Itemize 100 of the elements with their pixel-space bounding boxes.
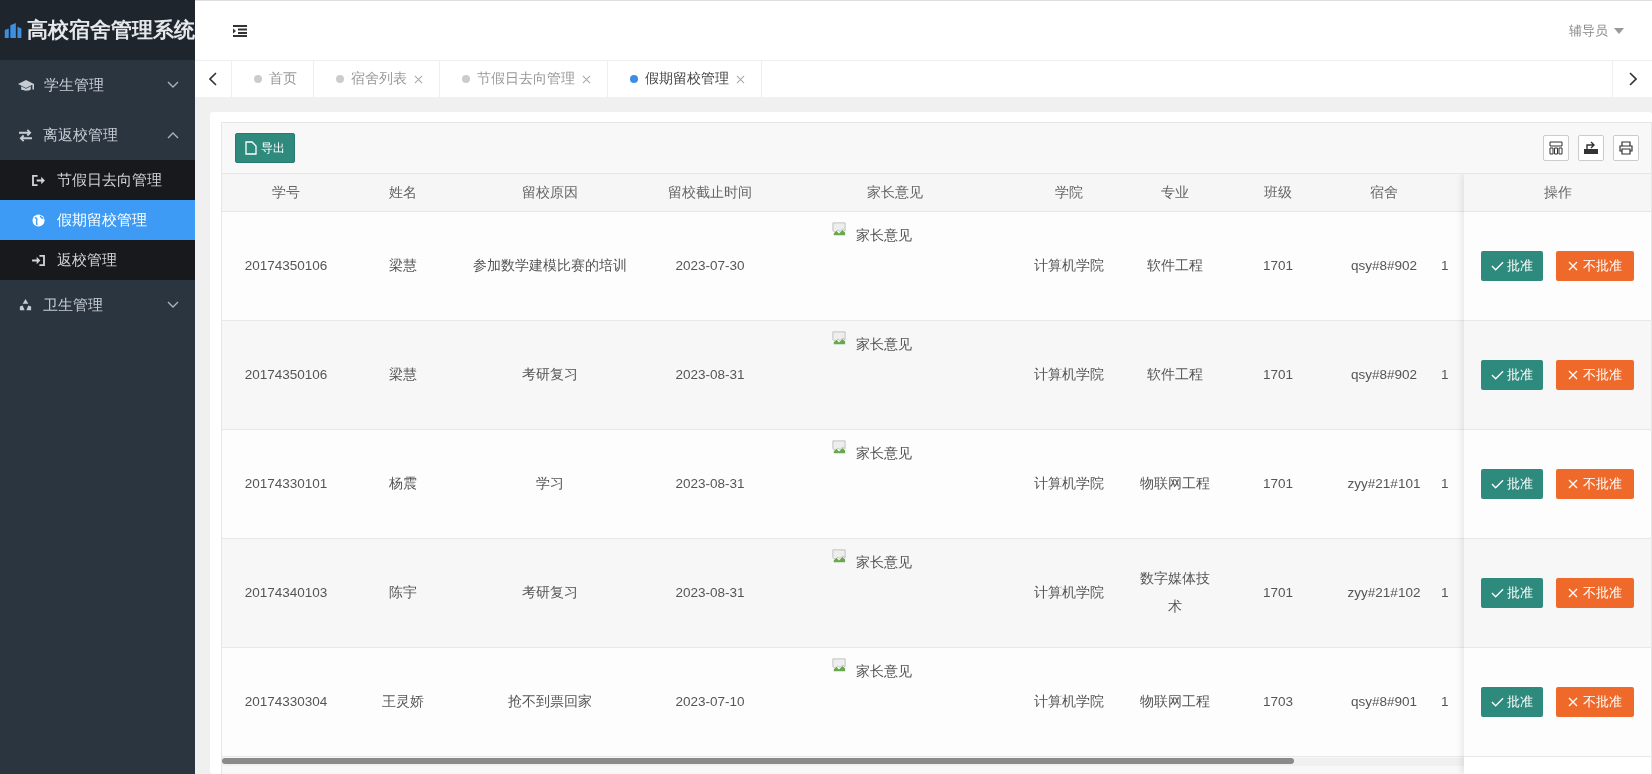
table-cell: 参加数学建模比赛的培训 bbox=[473, 258, 627, 273]
close-icon[interactable] bbox=[582, 74, 591, 84]
print-icon bbox=[1619, 141, 1633, 155]
close-icon[interactable] bbox=[414, 74, 423, 84]
user-menu[interactable]: 辅导员 bbox=[1569, 21, 1624, 40]
table-cell: 数字媒体技术 bbox=[1140, 571, 1210, 614]
print-button[interactable] bbox=[1613, 135, 1639, 161]
broken-image-icon bbox=[832, 331, 846, 345]
column-header: 专业 bbox=[1161, 183, 1189, 200]
table-cell: zyy#21#102 bbox=[1347, 585, 1421, 600]
table-cell: 20174330304 bbox=[244, 694, 328, 709]
table-cell: 物联网工程 bbox=[1140, 476, 1210, 491]
reject-button[interactable]: 不批准 bbox=[1556, 360, 1634, 390]
dot-icon bbox=[462, 75, 470, 83]
export-file-button[interactable] bbox=[1578, 135, 1604, 161]
column-header: 姓名 bbox=[388, 183, 417, 200]
table-cell: 1701 bbox=[1262, 585, 1293, 600]
caret-down-icon bbox=[1614, 27, 1624, 34]
page-tab[interactable]: 宿舍列表 bbox=[314, 61, 440, 97]
reject-button[interactable]: 不批准 bbox=[1556, 578, 1634, 608]
column-header: 学号 bbox=[272, 183, 300, 200]
column-header: 留校原因 bbox=[522, 183, 578, 200]
column-header: 操作 bbox=[1543, 183, 1572, 202]
table-cell: 学习 bbox=[536, 476, 564, 491]
menu-item[interactable]: 学生管理 bbox=[0, 60, 195, 110]
table-cell: 物联网工程 bbox=[1140, 694, 1210, 709]
reject-button[interactable]: 不批准 bbox=[1556, 469, 1634, 499]
broken-image: 家长意见 bbox=[832, 658, 912, 686]
check-icon bbox=[1491, 697, 1504, 707]
chevron-down-icon bbox=[167, 301, 179, 309]
close-icon bbox=[1568, 479, 1578, 489]
dot-icon bbox=[336, 75, 344, 83]
graduation-cap-icon bbox=[18, 78, 34, 92]
broken-image-icon bbox=[832, 222, 846, 236]
app-title: 高校宿舍管理系统 bbox=[27, 17, 195, 43]
close-icon bbox=[1568, 588, 1578, 598]
submenu-item[interactable]: 返校管理 bbox=[0, 240, 195, 280]
close-icon bbox=[1568, 261, 1578, 271]
table-cell: 1 bbox=[1441, 585, 1449, 600]
check-icon bbox=[1491, 479, 1504, 489]
columns-icon bbox=[1549, 141, 1563, 155]
table-cell: 考研复习 bbox=[522, 367, 578, 382]
broken-image: 家长意见 bbox=[832, 331, 912, 359]
column-header: 留校截止时间 bbox=[668, 183, 752, 200]
approve-button[interactable]: 批准 bbox=[1481, 251, 1543, 281]
table-cell: qsy#8#901 bbox=[1350, 694, 1418, 709]
file-icon bbox=[245, 141, 257, 155]
table-cell: 杨震 bbox=[388, 476, 417, 491]
sign-out-icon bbox=[32, 174, 45, 186]
table-cell: 陈宇 bbox=[388, 585, 417, 600]
table-cell: 20174350106 bbox=[244, 367, 328, 382]
close-icon bbox=[1568, 697, 1578, 707]
page-tab[interactable]: 首页 bbox=[232, 61, 314, 97]
chevron-left-icon bbox=[209, 72, 217, 86]
table-cell: 软件工程 bbox=[1147, 367, 1203, 382]
approve-button[interactable]: 批准 bbox=[1481, 469, 1543, 499]
broken-image-icon bbox=[832, 658, 846, 672]
table-cell: 1701 bbox=[1262, 476, 1293, 491]
menu-icon[interactable] bbox=[233, 24, 247, 37]
check-icon bbox=[1491, 588, 1504, 598]
approve-button[interactable]: 批准 bbox=[1481, 360, 1543, 390]
menu-item[interactable]: 离返校管理 bbox=[0, 110, 195, 160]
table-cell: 2023-07-30 bbox=[675, 258, 745, 273]
page-tab[interactable]: 假期留校管理 bbox=[608, 61, 762, 97]
close-icon[interactable] bbox=[736, 74, 745, 84]
broken-image: 家长意见 bbox=[832, 440, 912, 468]
table-cell: 2023-08-31 bbox=[675, 367, 745, 382]
table-cell: 1703 bbox=[1262, 694, 1293, 709]
table-cell: 软件工程 bbox=[1147, 258, 1203, 273]
table-cell: 1 bbox=[1441, 258, 1449, 273]
table-cell: 20174340103 bbox=[244, 585, 328, 600]
column-header: 家长意见 bbox=[867, 183, 923, 200]
table-cell: 20174330101 bbox=[244, 476, 328, 491]
table-cell: 1 bbox=[1441, 367, 1449, 382]
table-cell: zyy#21#101 bbox=[1347, 476, 1421, 491]
table-cell: 2023-07-10 bbox=[675, 694, 745, 709]
columns-button[interactable] bbox=[1543, 135, 1569, 161]
reject-button[interactable]: 不批准 bbox=[1556, 251, 1634, 281]
table-cell: 抢不到票回家 bbox=[508, 694, 592, 709]
table-cell: 计算机学院 bbox=[1034, 585, 1104, 600]
dot-icon bbox=[254, 75, 262, 83]
table-cell: 计算机学院 bbox=[1034, 258, 1104, 273]
broken-image-icon bbox=[832, 549, 846, 563]
chevron-up-icon bbox=[167, 131, 179, 139]
table-cell: 计算机学院 bbox=[1034, 367, 1104, 382]
scrollbar-thumb[interactable] bbox=[222, 758, 1294, 764]
export-icon bbox=[1583, 141, 1599, 155]
broken-image-icon bbox=[832, 440, 846, 454]
approve-button[interactable]: 批准 bbox=[1481, 578, 1543, 608]
table-cell: 20174350106 bbox=[244, 258, 328, 273]
approve-button[interactable]: 批准 bbox=[1481, 687, 1543, 717]
table-cell: 考研复习 bbox=[522, 585, 578, 600]
submenu-item[interactable]: 节假日去向管理 bbox=[0, 160, 195, 200]
submenu-item[interactable]: 假期留校管理 bbox=[0, 200, 195, 240]
menu-item[interactable]: 卫生管理 bbox=[0, 280, 195, 330]
export-button[interactable]: 导出 bbox=[235, 133, 295, 163]
table-cell: 2023-08-31 bbox=[675, 476, 745, 491]
reject-button[interactable]: 不批准 bbox=[1556, 687, 1634, 717]
table-cell: 2023-08-31 bbox=[675, 585, 745, 600]
page-tab[interactable]: 节假日去向管理 bbox=[440, 61, 608, 97]
